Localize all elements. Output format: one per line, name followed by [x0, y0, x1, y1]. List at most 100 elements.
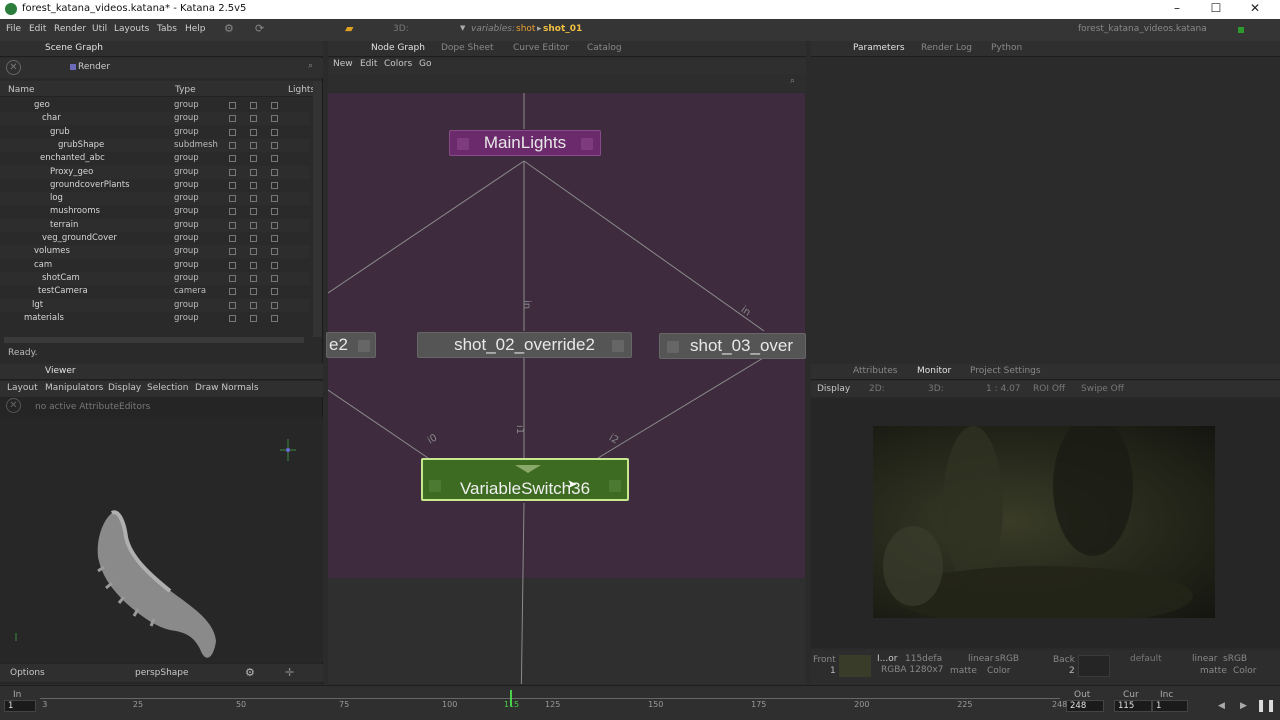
node-view-icon[interactable]: [609, 480, 621, 492]
scene-graph-row[interactable]: grubShape subdmesh: [0, 138, 310, 152]
render-icon[interactable]: ▰: [345, 22, 353, 35]
visibility-checkbox[interactable]: [229, 141, 236, 149]
tab-attributes[interactable]: Attributes: [853, 366, 897, 376]
monitor-display-menu[interactable]: Display: [817, 384, 850, 394]
maximize-button[interactable]: ☐: [1206, 1, 1226, 15]
threed-toggle-monitor[interactable]: 3D:: [928, 384, 944, 394]
camera-selector[interactable]: perspShape: [135, 668, 189, 678]
visibility-checkbox[interactable]: [271, 115, 278, 123]
node-menu-edit[interactable]: Edit: [360, 59, 377, 69]
scene-graph-row[interactable]: enchanted_abc group: [0, 152, 310, 165]
variable-name[interactable]: shot: [516, 24, 535, 34]
visibility-checkbox[interactable]: [271, 155, 278, 163]
scene-graph-row[interactable]: volumes group: [0, 245, 310, 259]
visibility-checkbox[interactable]: [229, 115, 236, 123]
scene-graph-row[interactable]: testCamera camera: [0, 285, 310, 298]
visibility-checkbox[interactable]: [250, 288, 257, 296]
tab-node-graph[interactable]: Node Graph: [371, 43, 425, 53]
node-shot-01-override[interactable]: e2: [326, 332, 376, 358]
front-thumbnail[interactable]: [839, 655, 871, 677]
scene-graph-row[interactable]: geo group: [0, 99, 310, 112]
scene-graph-row[interactable]: grub group: [0, 126, 310, 139]
visibility-checkbox[interactable]: [271, 261, 278, 269]
project-name[interactable]: forest_katana_videos.katana: [1078, 24, 1207, 34]
search-icon[interactable]: ⌕: [308, 61, 313, 71]
visibility-checkbox[interactable]: [250, 248, 257, 256]
front-linear[interactable]: linear: [968, 654, 993, 664]
menu-edit[interactable]: Edit: [29, 24, 46, 34]
visibility-checkbox[interactable]: [271, 141, 278, 149]
node-input-arrow-icon[interactable]: [515, 465, 541, 473]
visibility-checkbox[interactable]: [229, 301, 236, 309]
tab-monitor[interactable]: Monitor: [917, 366, 951, 376]
visibility-checkbox[interactable]: [229, 248, 236, 256]
visibility-checkbox[interactable]: [250, 221, 257, 229]
visibility-checkbox[interactable]: [250, 168, 257, 176]
visibility-checkbox[interactable]: [250, 314, 257, 322]
play-forward-icon[interactable]: ▶: [1240, 701, 1247, 711]
front-srgb[interactable]: sRGB: [995, 654, 1019, 664]
back-color[interactable]: Color: [1233, 666, 1257, 676]
visibility-checkbox[interactable]: [229, 195, 236, 203]
menu-tabs[interactable]: Tabs: [157, 24, 177, 34]
zoom-ratio[interactable]: 1 : 4.07: [986, 384, 1021, 394]
tab-project-settings[interactable]: Project Settings: [970, 366, 1041, 376]
menu-help[interactable]: Help: [185, 24, 206, 34]
visibility-checkbox[interactable]: [271, 128, 278, 136]
dropdown-arrow-icon[interactable]: ▼: [460, 24, 465, 32]
visibility-checkbox[interactable]: [250, 128, 257, 136]
node-shot-03-override[interactable]: shot_03_over: [659, 333, 806, 359]
visibility-checkbox[interactable]: [250, 115, 257, 123]
visibility-checkbox[interactable]: [250, 274, 257, 282]
node-view-icon[interactable]: [581, 138, 593, 150]
visibility-checkbox[interactable]: [250, 235, 257, 242]
scene-graph-row[interactable]: terrain group: [0, 218, 310, 232]
viewer-menu-manipulators[interactable]: Manipulators: [45, 383, 103, 393]
node-bypass-icon[interactable]: [667, 341, 679, 353]
twod-toggle[interactable]: 2D:: [869, 384, 885, 394]
visibility-checkbox[interactable]: [229, 235, 236, 242]
threed-toggle[interactable]: 3D:: [393, 24, 409, 34]
node-variable-switch[interactable]: VariableSwitch36: [421, 458, 629, 501]
visibility-checkbox[interactable]: [250, 301, 257, 309]
visibility-checkbox[interactable]: [250, 141, 257, 149]
tab-python[interactable]: Python: [991, 43, 1022, 53]
scene-graph-hscroll[interactable]: [4, 337, 304, 343]
front-color[interactable]: Color: [987, 666, 1011, 676]
visibility-checkbox[interactable]: [271, 248, 278, 256]
scene-graph-row[interactable]: mushrooms group: [0, 205, 310, 218]
visibility-checkbox[interactable]: [229, 208, 236, 216]
node-menu-go[interactable]: Go: [419, 59, 431, 69]
variable-value[interactable]: shot_01: [543, 24, 582, 34]
tab-curve-editor[interactable]: Curve Editor: [513, 43, 569, 53]
visibility-checkbox[interactable]: [271, 235, 278, 242]
visibility-checkbox[interactable]: [271, 301, 278, 309]
tab-catalog[interactable]: Catalog: [587, 43, 622, 53]
tab-render-log[interactable]: Render Log: [921, 43, 972, 53]
node-shot-02-override2[interactable]: shot_02_override2: [417, 332, 632, 358]
scene-graph-row[interactable]: log group: [0, 192, 310, 206]
scene-graph-row[interactable]: shotCam group: [0, 271, 310, 285]
visibility-checkbox[interactable]: [229, 155, 236, 163]
crosshair-icon[interactable]: ✛: [285, 666, 294, 679]
tab-scene-graph[interactable]: Scene Graph: [45, 43, 103, 53]
visibility-checkbox[interactable]: [271, 195, 278, 203]
pause-icon[interactable]: ❚❚: [1256, 698, 1276, 712]
scene-graph-row[interactable]: veg_groundCover group: [0, 232, 310, 245]
scene-graph-row[interactable]: lgt group: [0, 298, 310, 312]
back-thumbnail[interactable]: [1078, 655, 1110, 677]
visibility-checkbox[interactable]: [271, 314, 278, 322]
visibility-checkbox[interactable]: [229, 314, 236, 322]
visibility-checkbox[interactable]: [271, 181, 278, 189]
node-menu-colors[interactable]: Colors: [384, 59, 412, 69]
visibility-checkbox[interactable]: [271, 208, 278, 216]
scene-graph-row[interactable]: groundcoverPlants group: [0, 179, 310, 192]
visibility-checkbox[interactable]: [250, 155, 257, 163]
visibility-checkbox[interactable]: [229, 274, 236, 282]
visibility-checkbox[interactable]: [271, 102, 278, 109]
node-main-lights[interactable]: MainLights: [449, 130, 601, 156]
menu-layouts[interactable]: Layouts: [114, 24, 149, 34]
node-menu-new[interactable]: New: [333, 59, 353, 69]
play-backward-icon[interactable]: ◀: [1218, 701, 1225, 711]
close-button[interactable]: ✕: [1245, 1, 1265, 15]
